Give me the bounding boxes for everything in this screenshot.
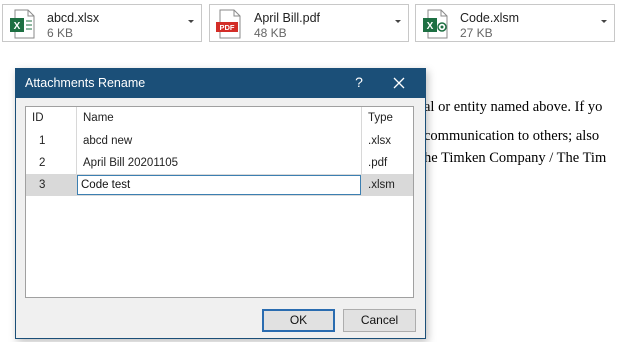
attachment-size: 27 KB bbox=[460, 26, 493, 40]
name-edit-field[interactable] bbox=[77, 175, 361, 195]
attachments-grid: ID Name Type 1 abcd new .xlsx 2 April Bi… bbox=[25, 106, 414, 298]
svg-text:X: X bbox=[14, 21, 21, 32]
chevron-down-icon[interactable] bbox=[187, 18, 195, 26]
attachment-size: 48 KB bbox=[254, 26, 287, 40]
attachments-rename-dialog: Attachments Rename ? ID Name Type 1 abcd… bbox=[15, 68, 426, 339]
email-body-line: al or entity named above. If yo bbox=[424, 99, 603, 115]
row-name[interactable]: April Bill 20201105 bbox=[77, 152, 361, 174]
svg-text:PDF: PDF bbox=[220, 23, 235, 32]
attachment-name: April Bill.pdf bbox=[254, 11, 320, 25]
row-id: 2 bbox=[39, 157, 46, 169]
attachment-size: 6 KB bbox=[47, 26, 74, 40]
attachment-name: abcd.xlsx bbox=[47, 11, 100, 25]
attachment-abcd-xlsx[interactable]: X abcd.xlsx 6 KB bbox=[2, 4, 202, 42]
row-type: .xlsx bbox=[368, 135, 391, 147]
excel-icon: X bbox=[10, 9, 35, 39]
row-type: .xlsm bbox=[368, 179, 395, 191]
row-id: 1 bbox=[39, 135, 46, 147]
email-body-line: communication to others; also bbox=[424, 128, 600, 144]
attachment-april-bill-pdf[interactable]: PDF April Bill.pdf 48 KB bbox=[209, 4, 409, 42]
dialog-title-bar[interactable]: Attachments Rename ? bbox=[16, 69, 425, 98]
row-id: 3 bbox=[39, 179, 46, 191]
chevron-down-icon[interactable] bbox=[394, 18, 402, 26]
row-name[interactable]: abcd new bbox=[77, 130, 361, 152]
table-row[interactable]: 2 April Bill 20201105 .pdf bbox=[26, 152, 413, 174]
close-icon[interactable] bbox=[391, 75, 407, 91]
column-header-type[interactable]: Type bbox=[362, 107, 413, 130]
attachment-name: Code.xlsm bbox=[460, 11, 520, 25]
excel-macro-icon: X bbox=[423, 9, 448, 39]
chevron-down-icon[interactable] bbox=[600, 18, 608, 26]
pdf-icon: PDF bbox=[216, 9, 241, 39]
table-row[interactable]: 1 abcd new .xlsx bbox=[26, 130, 413, 152]
email-body-line: he Timken Company / The Tim bbox=[424, 150, 607, 166]
row-type: .pdf bbox=[368, 157, 388, 169]
grid-header: ID Name Type bbox=[26, 107, 413, 130]
dialog-title: Attachments Rename bbox=[25, 76, 146, 90]
column-header-id[interactable]: ID bbox=[26, 107, 71, 130]
table-row-selected[interactable]: 3 .xlsm bbox=[26, 174, 413, 196]
attachment-code-xlsm[interactable]: X Code.xlsm 27 KB bbox=[415, 4, 615, 42]
ok-button[interactable]: OK bbox=[262, 309, 335, 332]
svg-text:X: X bbox=[427, 21, 434, 32]
cancel-button[interactable]: Cancel bbox=[343, 309, 416, 332]
column-header-name[interactable]: Name bbox=[77, 107, 361, 130]
help-button[interactable]: ? bbox=[353, 74, 365, 90]
